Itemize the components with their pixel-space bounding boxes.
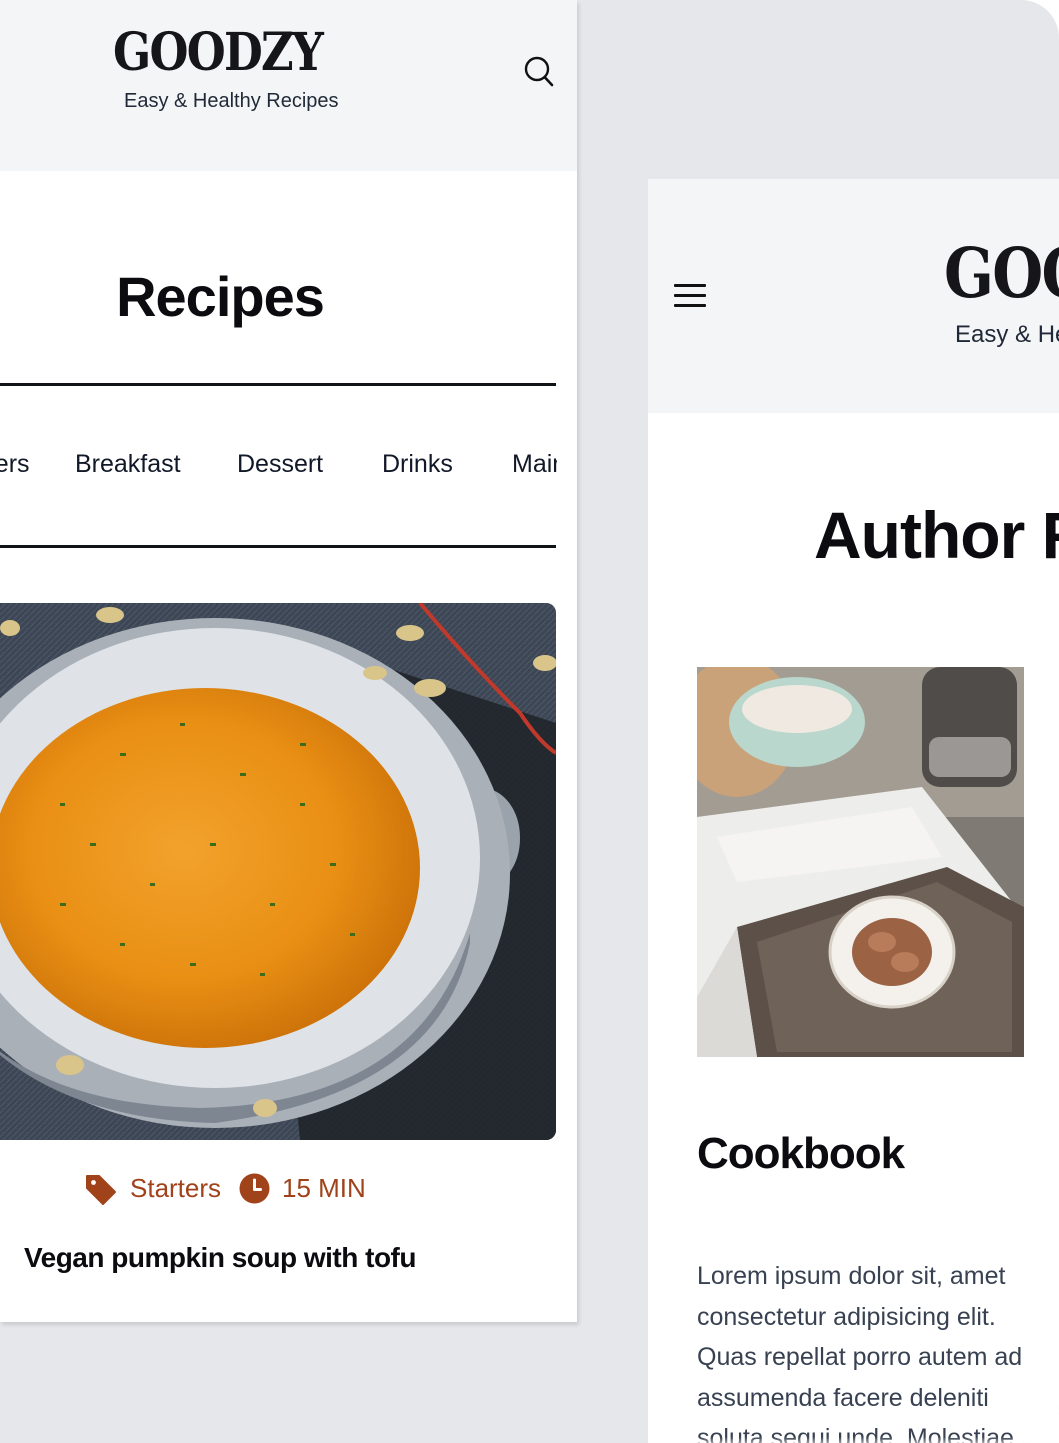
page-title: Recipes (116, 265, 325, 328)
tag-icon (84, 1172, 118, 1206)
tab-main[interactable]: Main (512, 450, 557, 479)
brand-logo[interactable]: GOODZY (113, 22, 324, 83)
recipes-screen: GOODZY Easy & Healthy Recipes Recipes St… (0, 0, 577, 1322)
site-header: GOODZY Easy & Healthy Recipes (648, 179, 1059, 413)
category-tabs: Starters Breakfast Dessert Drinks Main (0, 450, 557, 490)
hamburger-menu-icon[interactable] (674, 279, 708, 311)
scroll-fade (648, 1437, 1059, 1443)
recipe-category[interactable]: Starters (130, 1173, 221, 1204)
recipe-meta: Starters 15 MIN (84, 1170, 384, 1210)
brand-logo[interactable]: GOODZY (944, 234, 1059, 314)
cookbook-image[interactable] (697, 667, 1024, 1057)
page-title: Author Recipes (814, 498, 1059, 572)
tab-dessert[interactable]: Dessert (237, 450, 323, 479)
tabs-bottom-divider (0, 545, 556, 548)
cookbook-description: Lorem ipsum dolor sit, amet consectetur … (697, 1262, 1023, 1443)
recipe-duration: 15 MIN (282, 1173, 366, 1203)
brand-tagline: Easy & Healthy Recipes (124, 90, 339, 112)
search-icon[interactable] (520, 52, 558, 92)
showcase-canvas: GOODZY Easy & Healthy Recipes Recipes St… (0, 0, 1059, 1443)
site-header: GOODZY Easy & Healthy Recipes (0, 0, 577, 171)
author-recipes-screen: GOODZY Easy & Healthy Recipes Author Rec… (648, 179, 1059, 1443)
clock-icon (239, 1173, 270, 1204)
recipe-image[interactable] (0, 603, 556, 1140)
tab-drinks[interactable]: Drinks (382, 450, 453, 479)
tab-breakfast[interactable]: Breakfast (75, 450, 181, 479)
tabs-top-divider (0, 383, 556, 386)
brand-tagline: Easy & Healthy Recipes (955, 321, 1059, 348)
cookbook-heading[interactable]: Cookbook (697, 1129, 905, 1179)
tab-starters[interactable]: Starters (0, 450, 30, 479)
recipe-title[interactable]: Vegan pumpkin soup with tofu (0, 1242, 440, 1274)
